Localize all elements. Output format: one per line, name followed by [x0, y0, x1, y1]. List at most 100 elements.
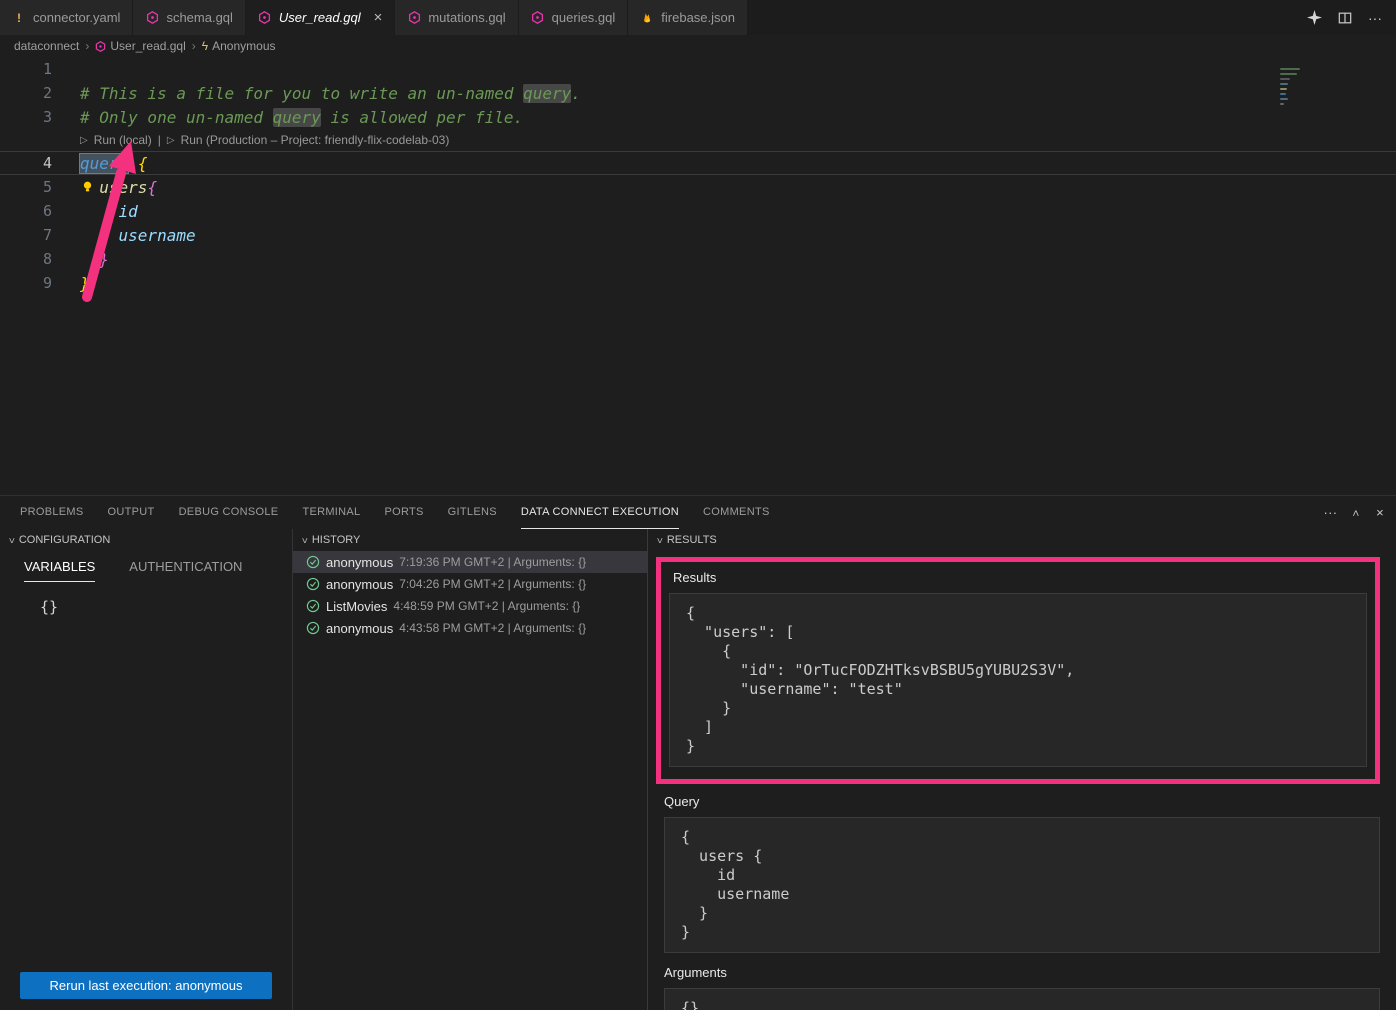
- chevron-down-icon: >: [653, 537, 664, 543]
- panel-tab-problems[interactable]: PROBLEMS: [20, 496, 84, 529]
- panel-tab-gitlens[interactable]: GITLENS: [448, 496, 497, 529]
- results-section: > RESULTS Results { "users": [ { "id": "…: [648, 529, 1396, 1010]
- breadcrumb-symbol[interactable]: ϟ Anonymous: [202, 39, 276, 53]
- tab-schema-gql[interactable]: schema.gql: [133, 0, 245, 35]
- close-panel-icon[interactable]: ×: [1376, 505, 1384, 520]
- tab-label: User_read.gql: [279, 10, 361, 25]
- graphql-icon: [531, 11, 545, 25]
- panel-tab-bar: PROBLEMS OUTPUT DEBUG CONSOLE TERMINAL P…: [0, 496, 1396, 529]
- code-line: 6 id: [0, 199, 1396, 223]
- run-production-link[interactable]: Run (Production – Project: friendly-flix…: [181, 133, 450, 147]
- panel-tab-output[interactable]: OUTPUT: [108, 496, 155, 529]
- minimap[interactable]: [1280, 63, 1304, 108]
- minimap-line: [1280, 73, 1297, 75]
- editor-tab-bar: ! connector.yaml schema.gql User_read.gq…: [0, 0, 1396, 35]
- history-section: > HISTORY anonymous 7:19:36 PM GMT+2 | A…: [293, 529, 648, 1010]
- code-line: 7 username: [0, 223, 1396, 247]
- configuration-tabs: VARIABLES AUTHENTICATION: [0, 551, 292, 582]
- firebase-flame-icon: [640, 11, 654, 25]
- chevron-down-icon: >: [5, 537, 16, 543]
- line-number: 5: [0, 178, 52, 196]
- code-line: 3 # Only one un-named query is allowed p…: [0, 105, 1396, 129]
- query-code: { users { id username } }: [664, 817, 1380, 953]
- panel-tab-data-connect-execution[interactable]: DATA CONNECT EXECUTION: [521, 496, 679, 529]
- yaml-warning-icon: !: [12, 11, 26, 25]
- history-item[interactable]: anonymous 4:43:58 PM GMT+2 | Arguments: …: [293, 617, 647, 639]
- tab-connector-yaml[interactable]: ! connector.yaml: [0, 0, 133, 35]
- panel-tab-debug-console[interactable]: DEBUG CONSOLE: [179, 496, 279, 529]
- breadcrumb-file[interactable]: User_read.gql: [95, 39, 185, 53]
- tab-authentication[interactable]: AUTHENTICATION: [129, 559, 242, 582]
- configuration-section-header[interactable]: > CONFIGURATION: [0, 529, 292, 551]
- panel-actions: ··· > ×: [1323, 496, 1384, 529]
- graphql-icon: [95, 41, 106, 52]
- panel-tab-comments[interactable]: COMMENTS: [703, 496, 770, 529]
- tab-label: firebase.json: [661, 10, 735, 25]
- history-section-header[interactable]: > HISTORY: [293, 529, 647, 551]
- pass-check-icon: [306, 577, 320, 591]
- breadcrumb-folder[interactable]: dataconnect: [14, 39, 79, 53]
- codelens-row: ▷ Run (local) | ▷ Run (Production – Proj…: [0, 129, 1396, 151]
- line-number: 8: [0, 250, 52, 268]
- history-item[interactable]: anonymous 7:04:26 PM GMT+2 | Arguments: …: [293, 573, 647, 595]
- minimap-line: [1280, 98, 1288, 100]
- graphql-icon: [407, 11, 421, 25]
- copilot-sparkle-icon[interactable]: [1307, 10, 1322, 25]
- split-editor-icon[interactable]: [1338, 11, 1352, 25]
- codelens-separator: |: [158, 133, 161, 147]
- line-number: 4: [0, 154, 52, 172]
- tab-label: mutations.gql: [428, 10, 505, 25]
- configuration-section: > CONFIGURATION VARIABLES AUTHENTICATION…: [0, 529, 293, 1010]
- tab-queries-gql[interactable]: queries.gql: [519, 0, 629, 35]
- code-line: 5 users{: [0, 175, 1396, 199]
- arguments-code: {}: [664, 988, 1380, 1010]
- line-number: 7: [0, 226, 52, 244]
- tab-mutations-gql[interactable]: mutations.gql: [395, 0, 518, 35]
- breadcrumb-separator-icon: ›: [85, 39, 89, 53]
- history-item[interactable]: anonymous 7:19:36 PM GMT+2 | Arguments: …: [293, 551, 647, 573]
- minimap-line: [1280, 93, 1286, 95]
- arguments-label: Arguments: [664, 965, 1380, 980]
- pass-check-icon: [306, 555, 320, 569]
- more-actions-icon[interactable]: ···: [1323, 505, 1337, 520]
- line-number: 3: [0, 108, 52, 126]
- variables-editor[interactable]: {}: [40, 598, 292, 616]
- bottom-panel: PROBLEMS OUTPUT DEBUG CONSOLE TERMINAL P…: [0, 495, 1396, 1010]
- graphql-icon: [145, 11, 159, 25]
- tab-variables[interactable]: VARIABLES: [24, 559, 95, 582]
- maximize-panel-icon[interactable]: >: [1351, 509, 1363, 516]
- results-output: { "users": [ { "id": "OrTucFODZHTksvBSBU…: [669, 593, 1367, 767]
- panel-tab-terminal[interactable]: TERMINAL: [302, 496, 360, 529]
- tab-label: schema.gql: [166, 10, 232, 25]
- minimap-line: [1280, 83, 1288, 85]
- tab-label: connector.yaml: [33, 10, 120, 25]
- code-editor[interactable]: 1 2 # This is a file for you to write an…: [0, 57, 1396, 495]
- editor-actions: ···: [1293, 0, 1396, 35]
- query-label: Query: [664, 794, 1380, 809]
- tab-firebase-json[interactable]: firebase.json: [628, 0, 748, 35]
- close-icon[interactable]: ×: [374, 11, 383, 25]
- line-number: 1: [0, 60, 52, 78]
- minimap-line: [1280, 78, 1290, 80]
- tab-user-read-gql[interactable]: User_read.gql ×: [246, 0, 395, 35]
- code-line: 1: [0, 57, 1396, 81]
- vscode-window: ! connector.yaml schema.gql User_read.gq…: [0, 0, 1396, 1010]
- current-code-line: 4 query {: [0, 151, 1396, 175]
- more-actions-icon[interactable]: ···: [1368, 10, 1382, 26]
- operation-symbol-icon: ϟ: [202, 39, 208, 53]
- breadcrumb-separator-icon: ›: [192, 39, 196, 53]
- history-item[interactable]: ListMovies 4:48:59 PM GMT+2 | Arguments:…: [293, 595, 647, 617]
- results-section-header[interactable]: > RESULTS: [648, 529, 1396, 551]
- results-label: Results: [673, 570, 1367, 585]
- panel-tab-ports[interactable]: PORTS: [384, 496, 423, 529]
- results-body: Results { "users": [ { "id": "OrTucFODZH…: [648, 551, 1396, 1010]
- minimap-line: [1280, 88, 1287, 90]
- minimap-line: [1280, 103, 1284, 105]
- run-local-link[interactable]: Run (local): [94, 133, 152, 147]
- graphql-icon: [258, 11, 272, 25]
- line-number: 2: [0, 84, 52, 102]
- lightbulb-icon[interactable]: [81, 180, 94, 193]
- tab-label: queries.gql: [552, 10, 616, 25]
- rerun-button[interactable]: Rerun last execution: anonymous: [20, 972, 272, 999]
- breadcrumb: dataconnect › User_read.gql › ϟ Anonymou…: [0, 35, 1396, 57]
